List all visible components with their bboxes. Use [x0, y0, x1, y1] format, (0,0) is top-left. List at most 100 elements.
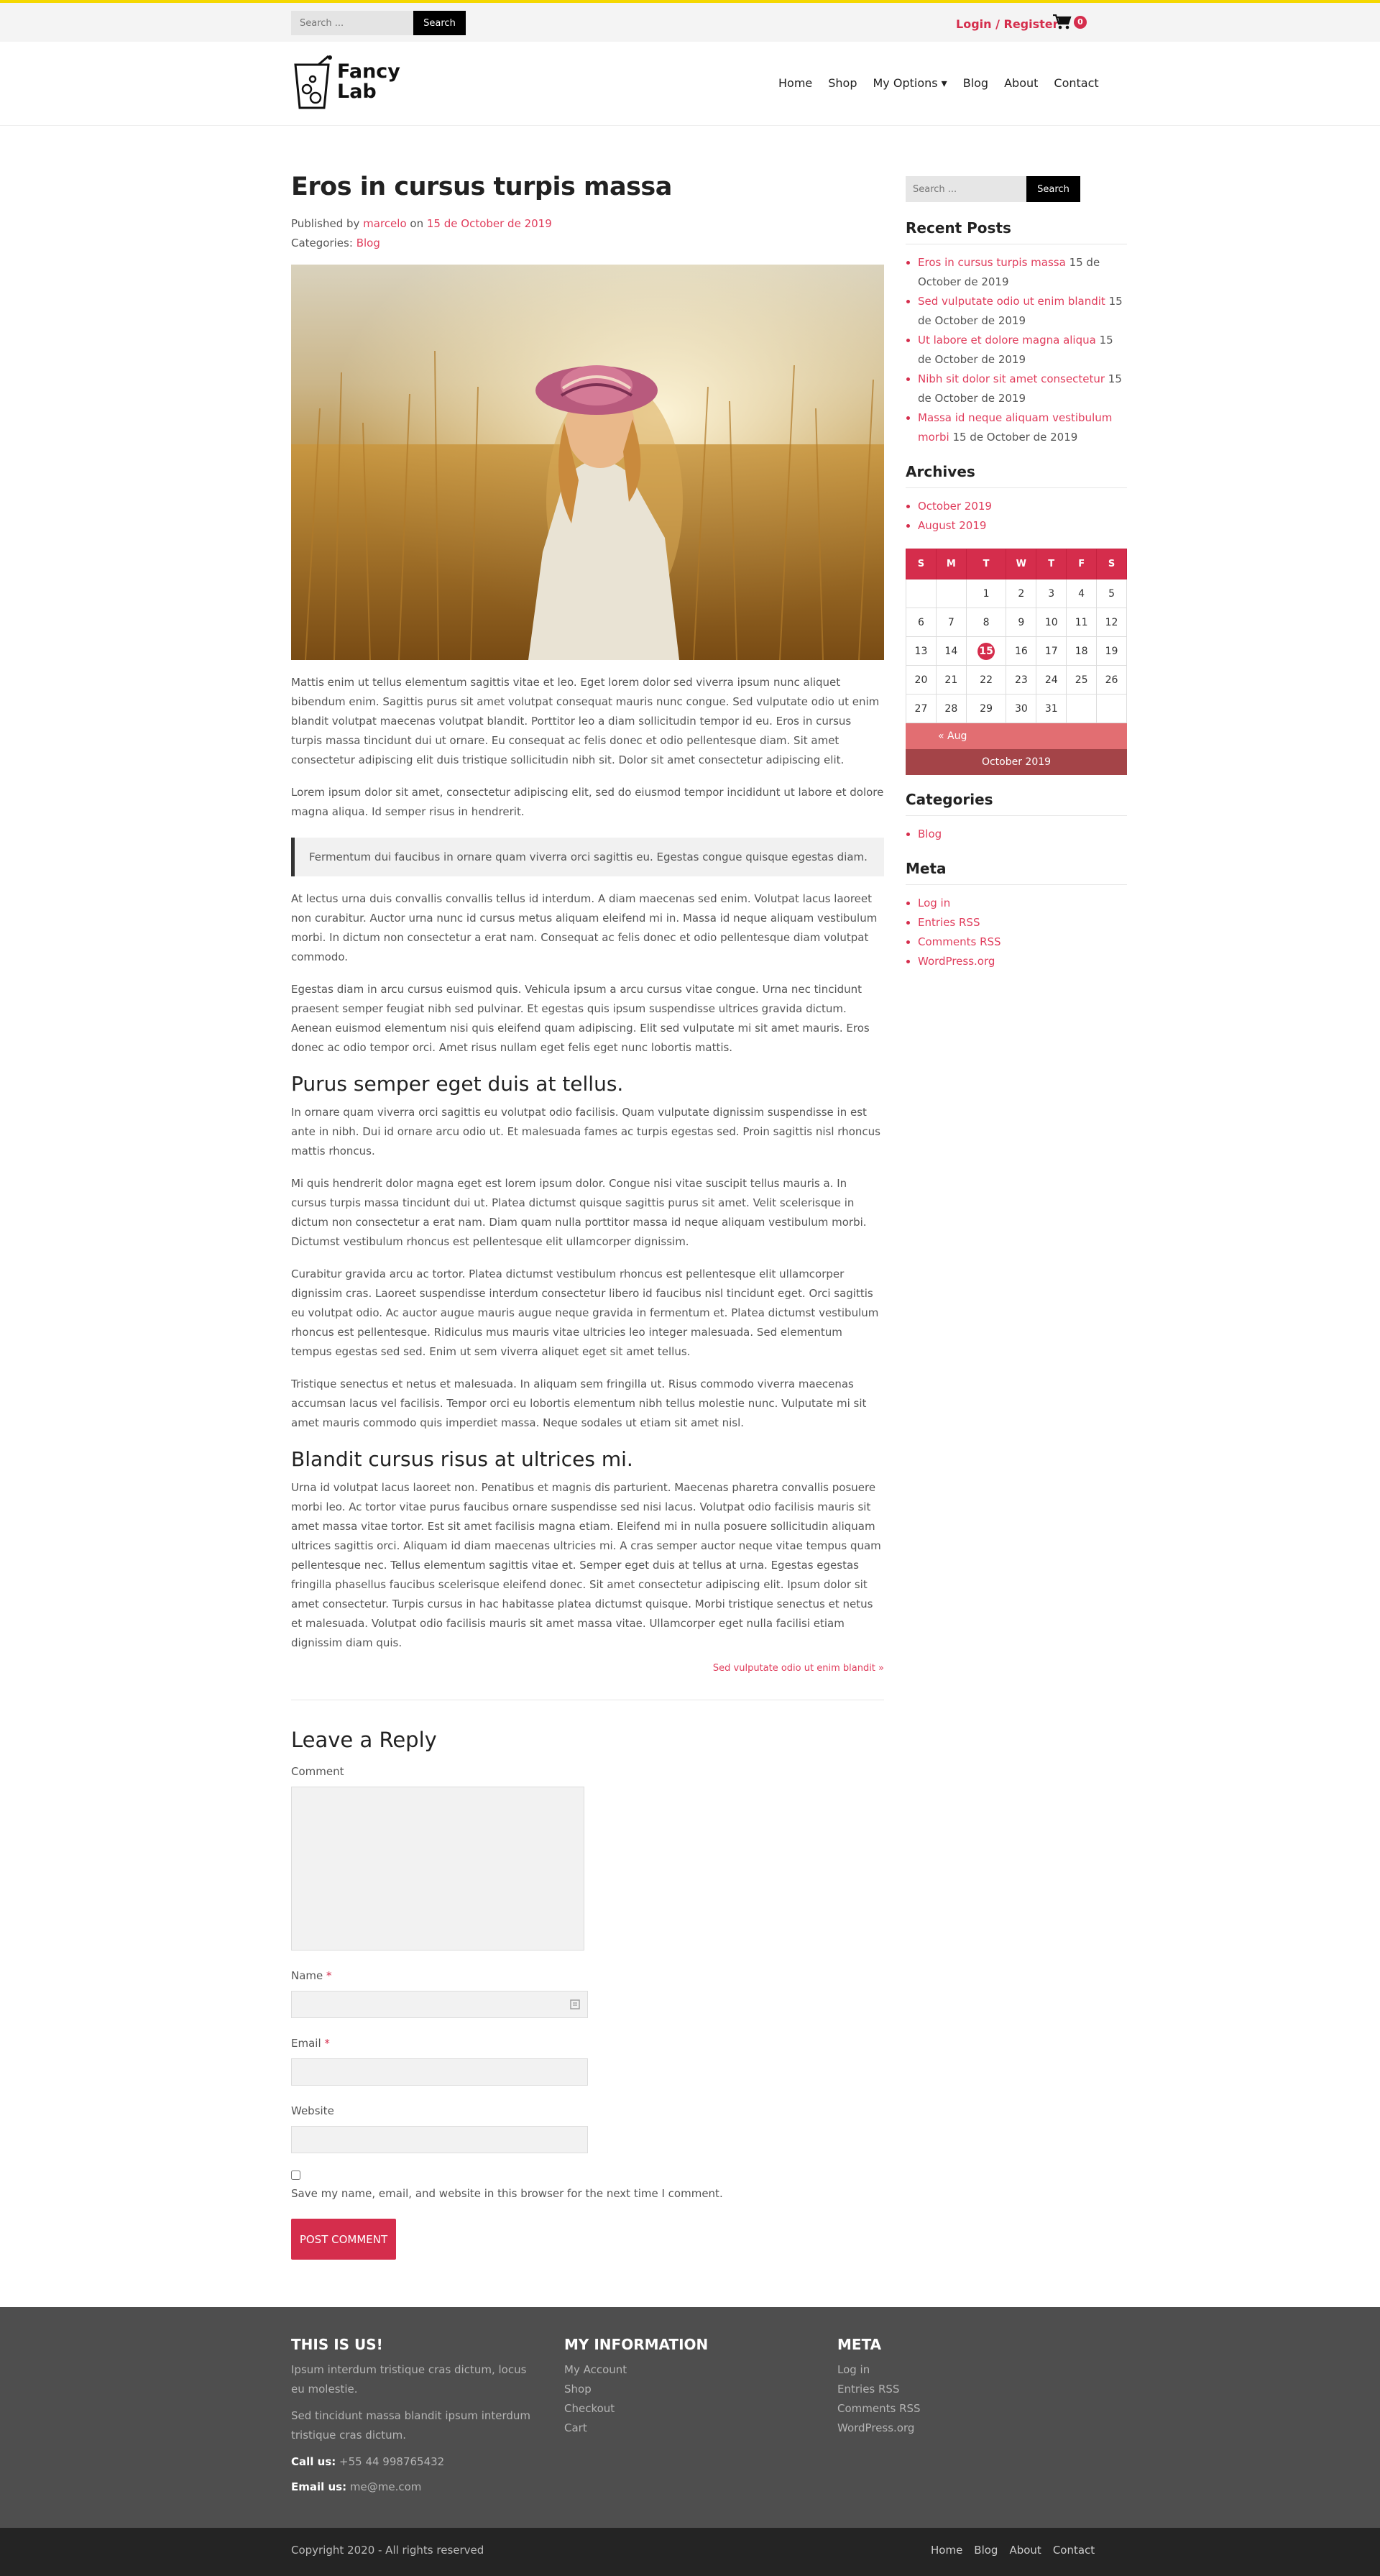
recent-post-link[interactable]: Ut labore et dolore magna aliqua — [918, 334, 1096, 347]
login-register-link[interactable]: Login / Register — [956, 17, 1059, 31]
calendar-day[interactable]: 16 — [1006, 636, 1037, 666]
post-paragraph: Mattis enim ut tellus elementum sagittis… — [291, 676, 880, 766]
calendar-day[interactable]: 27 — [906, 694, 937, 723]
post-author-link[interactable]: marcelo — [363, 217, 406, 230]
footer-link[interactable]: WordPress.org — [837, 2419, 1053, 2438]
calendar-day[interactable]: 1 — [965, 579, 1007, 608]
calendar-day[interactable]: 20 — [906, 665, 937, 695]
calendar-day[interactable]: 23 — [1006, 665, 1037, 695]
calendar-prev-month-link[interactable]: « Aug — [906, 723, 1127, 749]
meta-link[interactable]: Entries RSS — [918, 916, 980, 929]
calendar-day[interactable]: 10 — [1036, 608, 1067, 637]
calendar-empty-cell — [935, 579, 967, 608]
calendar-day[interactable]: 28 — [935, 694, 967, 723]
footer-link[interactable]: Log in — [837, 2360, 1053, 2380]
recent-post-link[interactable]: Nibh sit dolor sit amet consectetur — [918, 372, 1105, 385]
calendar-day[interactable]: 6 — [906, 608, 937, 637]
save-info-checkbox[interactable] — [291, 2171, 300, 2180]
calendar-day[interactable]: 8 — [965, 608, 1007, 637]
footer-about-column: THIS IS US! Ipsum interdum tristique cra… — [291, 2336, 535, 2497]
calendar-week-row: 12345 — [906, 579, 1127, 608]
calendar-day[interactable]: 29 — [965, 694, 1007, 723]
nav-shop[interactable]: Shop — [828, 76, 857, 90]
meta-link[interactable]: Comments RSS — [918, 935, 1001, 948]
woman-in-wheat-field-image — [291, 265, 884, 660]
calendar-day[interactable]: 21 — [935, 665, 967, 695]
bottom-nav-blog[interactable]: Blog — [974, 2544, 998, 2557]
footer-link[interactable]: Entries RSS — [837, 2380, 1053, 2399]
calendar-day[interactable]: 2 — [1006, 579, 1037, 608]
list-item: Nibh sit dolor sit amet consectetur 15 d… — [918, 370, 1127, 408]
nav-home[interactable]: Home — [778, 76, 812, 90]
bottom-nav-home[interactable]: Home — [931, 2544, 962, 2557]
site-footer: THIS IS US! Ipsum interdum tristique cra… — [0, 2307, 1380, 2528]
website-label: Website — [291, 2104, 334, 2117]
calendar-day[interactable]: 7 — [935, 608, 967, 637]
sidebar-search-form: Search — [906, 176, 1127, 202]
footer-link[interactable]: Cart — [564, 2419, 780, 2438]
next-post-link[interactable]: Sed vulputate odio ut enim blandit » — [713, 1663, 884, 1674]
calendar-day[interactable]: 11 — [1066, 608, 1098, 637]
calendar-day[interactable]: 3 — [1036, 579, 1067, 608]
bottom-nav-contact[interactable]: Contact — [1053, 2544, 1095, 2557]
sidebar-search-input[interactable] — [906, 176, 1026, 202]
footer-link[interactable]: My Account — [564, 2360, 780, 2380]
footer-link[interactable]: Comments RSS — [837, 2399, 1053, 2419]
calendar-day[interactable]: 19 — [1096, 636, 1127, 666]
calendar-day[interactable]: 30 — [1006, 694, 1037, 723]
calendar-week-row: 6 7 8 9 10 11 12 — [906, 608, 1127, 637]
footer-link[interactable]: Shop — [564, 2380, 780, 2399]
calendar-day[interactable]: 12 — [1096, 608, 1127, 637]
calendar-day[interactable]: 17 — [1036, 636, 1067, 666]
post-category-link[interactable]: Blog — [356, 237, 380, 249]
calendar-day[interactable]: 25 — [1066, 665, 1098, 695]
shopping-cart-icon — [1053, 14, 1072, 29]
calendar-day[interactable]: 9 — [1006, 608, 1037, 637]
meta-link[interactable]: WordPress.org — [918, 955, 995, 968]
top-search-input[interactable] — [291, 11, 413, 35]
calendar-day[interactable]: 14 — [935, 636, 967, 666]
calendar-empty-cell — [1096, 694, 1127, 723]
archives-title: Archives — [906, 463, 1127, 488]
top-search-button[interactable]: Search — [413, 11, 466, 35]
archive-link[interactable]: October 2019 — [918, 500, 992, 513]
calendar-day-header: W — [1006, 549, 1037, 579]
calendar-day[interactable]: 4 — [1066, 579, 1098, 608]
website-field[interactable] — [291, 2126, 588, 2153]
calendar-day[interactable]: 5 — [1096, 579, 1127, 608]
cart-link[interactable]: 0 — [1053, 13, 1090, 33]
calendar-day[interactable]: 13 — [906, 636, 937, 666]
calendar-day[interactable]: 18 — [1066, 636, 1098, 666]
site-header: Fancy Lab Home Shop My Options ▾ Blog Abo… — [0, 42, 1380, 126]
name-field[interactable] — [291, 1991, 588, 2018]
calendar-day[interactable]: 15 — [965, 636, 1007, 666]
comment-textarea[interactable] — [291, 1787, 584, 1951]
archive-link[interactable]: August 2019 — [918, 519, 986, 532]
calendar-day[interactable]: 26 — [1096, 665, 1127, 695]
nav-my-options[interactable]: My Options ▾ — [873, 76, 947, 90]
recent-post-link[interactable]: Sed vulputate odio ut enim blandit — [918, 295, 1105, 308]
nav-contact[interactable]: Contact — [1054, 76, 1098, 90]
list-item: August 2019 — [918, 516, 1127, 536]
bottom-nav-about[interactable]: About — [1009, 2544, 1041, 2557]
post-meta: Published by marcelo on 15 de October de… — [291, 217, 552, 249]
fancy-lab-logo[interactable]: Fancy Lab — [291, 55, 406, 112]
email-field[interactable] — [291, 2058, 588, 2086]
post-paragraph: Mi quis hendrerit dolor magna eget est l… — [291, 1177, 867, 1248]
post-comment-button[interactable]: POST COMMENT — [291, 2219, 396, 2260]
sidebar-search-button[interactable]: Search — [1026, 176, 1080, 202]
meta-link[interactable]: Log in — [918, 897, 950, 909]
nav-about[interactable]: About — [1004, 76, 1038, 90]
list-item: Log in — [918, 894, 1127, 913]
category-link[interactable]: Blog — [918, 828, 942, 840]
calendar-day[interactable]: 22 — [965, 665, 1007, 695]
footer-link[interactable]: Checkout — [564, 2399, 780, 2419]
post-paragraph: Curabitur gravida arcu ac tortor. Platea… — [291, 1268, 879, 1358]
calendar-day[interactable]: 24 — [1036, 665, 1067, 695]
list-item: Ut labore et dolore magna aliqua 15 de O… — [918, 331, 1127, 370]
nav-blog[interactable]: Blog — [963, 76, 988, 90]
post-date-link[interactable]: 15 de October de 2019 — [427, 217, 552, 230]
recent-post-link[interactable]: Eros in cursus turpis massa — [918, 256, 1066, 269]
calendar-day[interactable]: 31 — [1036, 694, 1067, 723]
post-paragraph: Urna id volutpat lacus laoreet non. Pena… — [291, 1481, 881, 1649]
